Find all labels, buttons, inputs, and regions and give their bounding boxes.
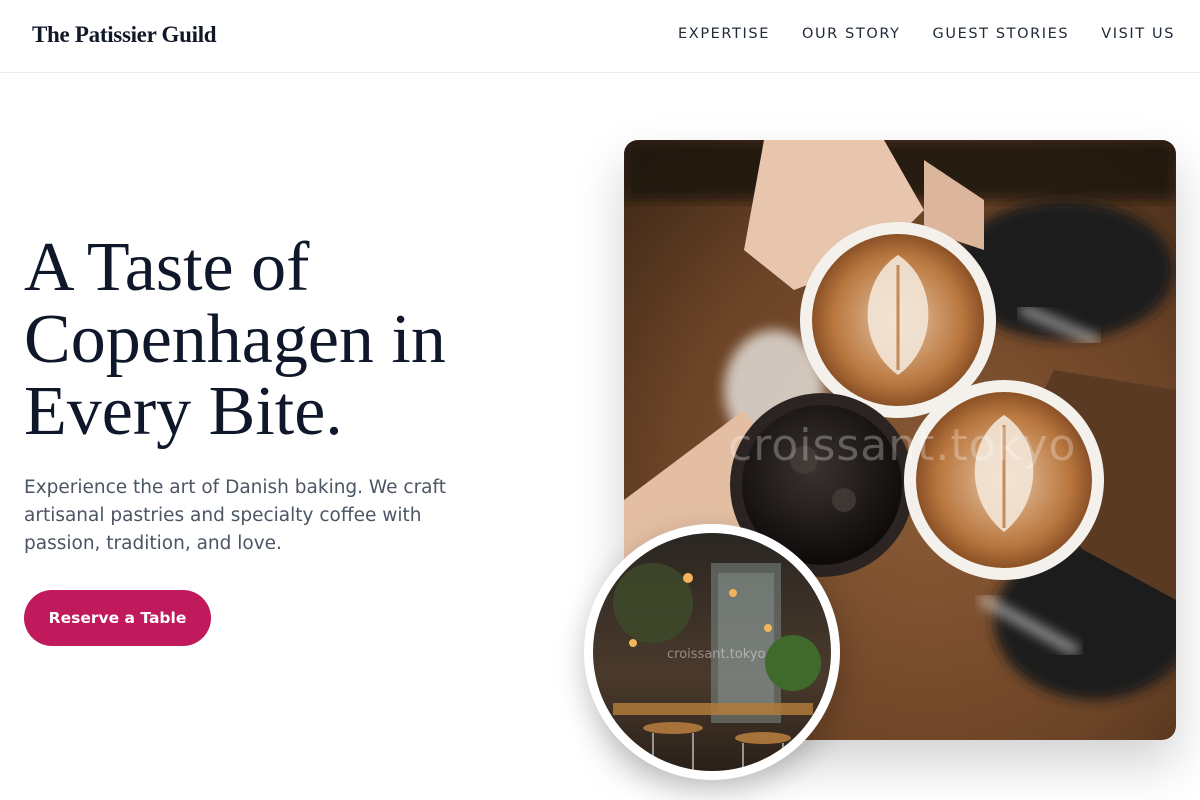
nav-link-our-story[interactable]: OUR STORY: [802, 26, 901, 42]
image-watermark: croissant.tokyo: [728, 420, 1077, 471]
nav-link-visit-us[interactable]: VISIT US: [1101, 26, 1175, 42]
main-nav: EXPERTISE OUR STORY GUEST STORIES VISIT …: [678, 26, 1175, 42]
nav-link-guest-stories[interactable]: GUEST STORIES: [933, 26, 1070, 42]
hero-title-line: Every Bite.: [24, 373, 343, 450]
hero-title-line: A Taste of: [24, 229, 310, 306]
hero-subtitle: Experience the art of Danish baking. We …: [24, 477, 446, 554]
nav-link-expertise[interactable]: EXPERTISE: [678, 26, 770, 42]
cafe-interior-image: croissant.tokyo: [593, 533, 831, 771]
cafe-interior-photo: croissant.tokyo: [584, 524, 840, 780]
hero-title: A Taste of Copenhagen in Every Bite.: [24, 232, 544, 448]
navbar: The Patissier Guild EXPERTISE OUR STORY …: [0, 0, 1200, 73]
hero-title-line: Copenhagen in: [24, 301, 446, 378]
brand-logo-link[interactable]: The Patissier Guild: [32, 22, 217, 48]
image-watermark: croissant.tokyo: [667, 647, 766, 662]
reserve-table-button[interactable]: Reserve a Table: [24, 590, 211, 646]
